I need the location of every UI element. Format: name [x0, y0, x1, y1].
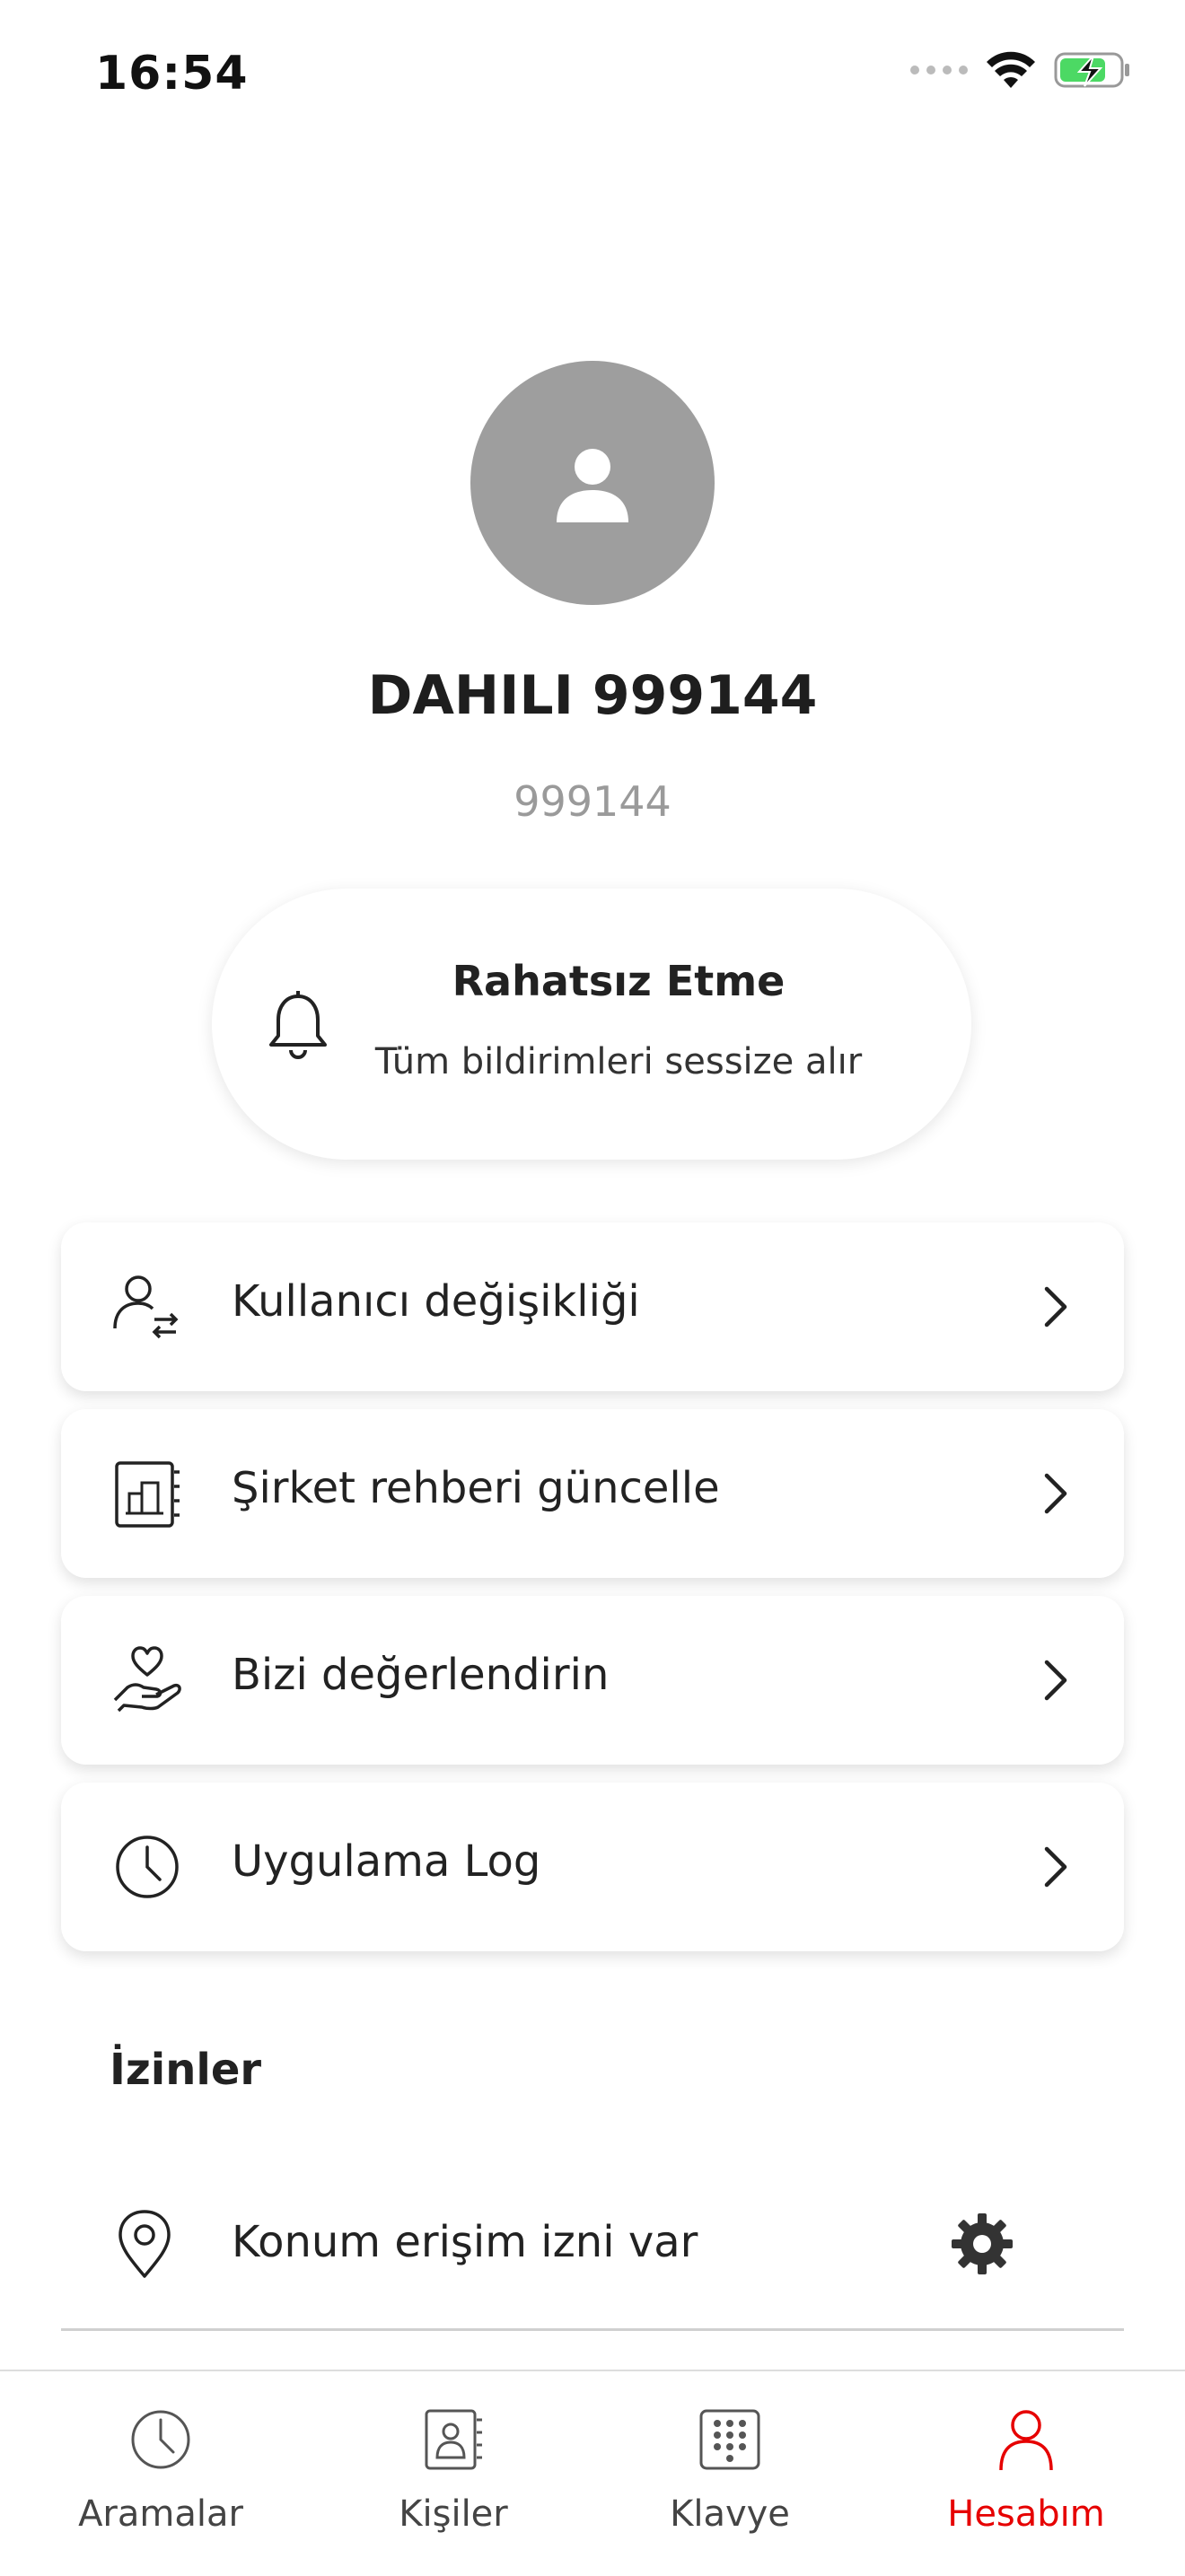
company-directory-icon [115, 1461, 180, 1528]
menu-item-user-switch[interactable]: Kullanıcı değişikliği [61, 1222, 1124, 1391]
chevron-right-icon [1044, 1286, 1067, 1327]
contacts-icon [425, 2409, 482, 2470]
chevron-right-icon [1044, 1473, 1067, 1514]
tab-bar: Aramalar Kişiler Klavye Hesabım [0, 2370, 1185, 2576]
profile-name: DAHILI 999144 [367, 664, 818, 727]
dnd-subtitle: Tüm bildirimleri sessize alır [374, 1041, 863, 1082]
dnd-title: Rahatsız Etme [452, 957, 786, 1005]
profile-number: 999144 [514, 777, 672, 826]
menu-item-rate-us[interactable]: Bizi değerlendirin [61, 1596, 1124, 1765]
permission-label: Konum erişim izni var [232, 2217, 698, 2267]
permission-location-row: Konum erişim izni var [61, 2172, 1124, 2325]
user-switch-icon [113, 1275, 179, 1339]
clock-icon [116, 1836, 179, 1898]
person-icon [557, 449, 628, 522]
tab-calls[interactable]: Aramalar [13, 2371, 309, 2576]
tab-label: Hesabım [947, 2493, 1105, 2535]
location-pin-icon [118, 2210, 171, 2278]
tab-contacts[interactable]: Kişiler [305, 2371, 601, 2576]
wifi-icon [987, 51, 1035, 88]
tab-label: Klavye [670, 2493, 790, 2535]
keypad-icon [699, 2409, 760, 2470]
battery-charging-icon [1054, 52, 1129, 88]
account-icon [999, 2410, 1053, 2471]
menu-item-label: Kullanıcı değişikliği [232, 1276, 640, 1327]
gear-icon[interactable] [950, 2212, 1014, 2276]
clock-icon [131, 2410, 190, 2469]
menu-item-label: Bizi değerlendirin [232, 1650, 610, 1700]
menu-item-label: Şirket rehberi güncelle [232, 1463, 720, 1513]
do-not-disturb-toggle[interactable]: Rahatsız Etme Tüm bildirimleri sessize a… [212, 889, 971, 1160]
menu-item-company-directory[interactable]: Şirket rehberi güncelle [61, 1409, 1124, 1578]
tab-label: Kişiler [399, 2493, 508, 2535]
tab-label: Aramalar [78, 2493, 243, 2535]
heart-hand-icon [113, 1646, 181, 1713]
divider [61, 2328, 1124, 2331]
tab-keypad[interactable]: Klavye [582, 2371, 878, 2576]
chevron-right-icon [1044, 1660, 1067, 1701]
status-icons [910, 50, 1131, 90]
status-time: 16:54 [95, 47, 249, 101]
tab-account[interactable]: Hesabım [878, 2371, 1174, 2576]
avatar[interactable] [470, 361, 715, 605]
menu-item-label: Uygulama Log [232, 1836, 541, 1887]
signal-dots-icon [910, 66, 968, 74]
menu-item-app-log[interactable]: Uygulama Log [61, 1783, 1124, 1951]
chevron-right-icon [1044, 1846, 1067, 1888]
permissions-title: İzinler [110, 2045, 262, 2095]
